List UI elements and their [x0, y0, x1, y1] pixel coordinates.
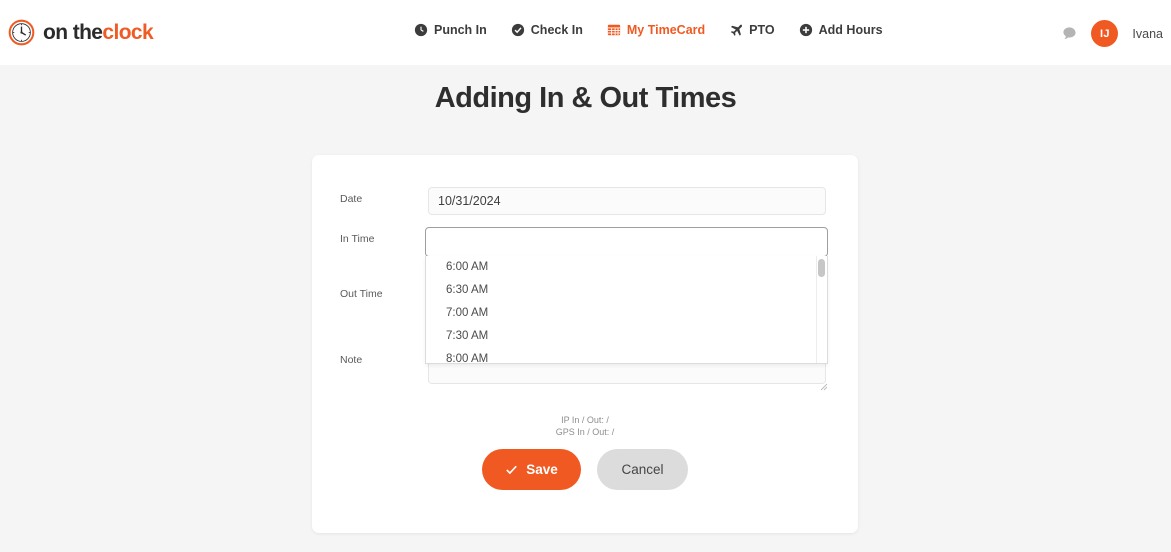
avatar[interactable]: IJ: [1091, 20, 1119, 47]
page-title: Adding In & Out Times: [434, 82, 737, 114]
add-times-card: Date In Time Out Time Note 6:00 AM 6:30 …: [312, 155, 858, 533]
account-area: IJ Ivana: [1062, 20, 1163, 47]
avatar-initials: IJ: [1100, 27, 1110, 40]
out-time-label: Out Time: [340, 288, 383, 300]
airplane-icon: [729, 23, 743, 37]
in-time-label: In Time: [340, 233, 375, 245]
table-grid-icon: [607, 23, 621, 37]
in-time-option-list: 6:00 AM 6:30 AM 7:00 AM 7:30 AM 8:00 AM: [426, 256, 827, 363]
nav-item-check-in[interactable]: Check In: [511, 23, 583, 37]
date-input[interactable]: [428, 187, 826, 215]
brand-logo[interactable]: on theclock: [8, 19, 154, 46]
time-option[interactable]: 7:30 AM: [426, 325, 827, 348]
main-navigation: Punch In Check In My TimeCard PTO Add Ho…: [414, 23, 883, 37]
top-header-bar: on theclock Punch In Check In My TimeCar…: [0, 0, 1171, 65]
check-circle-icon: [511, 23, 525, 37]
clock-icon: [8, 19, 35, 46]
nav-item-pto[interactable]: PTO: [729, 23, 775, 37]
in-time-input[interactable]: [425, 227, 828, 257]
time-option[interactable]: 7:00 AM: [426, 302, 827, 325]
nav-item-add-hours[interactable]: Add Hours: [799, 23, 883, 37]
nav-item-my-timecard[interactable]: My TimeCard: [607, 23, 705, 37]
save-button[interactable]: Save: [482, 449, 581, 490]
nav-label: My TimeCard: [626, 23, 706, 37]
chat-bubble-icon[interactable]: [1062, 26, 1077, 41]
in-time-dropdown[interactable]: 6:00 AM 6:30 AM 7:00 AM 7:30 AM 8:00 AM: [425, 256, 828, 364]
time-option[interactable]: 6:00 AM: [426, 256, 827, 279]
brand-text-dark: on the: [43, 20, 103, 44]
dropdown-scrollbar[interactable]: [816, 256, 827, 363]
cancel-button[interactable]: Cancel: [597, 449, 688, 490]
user-name[interactable]: Ivana: [1132, 27, 1163, 41]
nav-label: Check In: [530, 23, 583, 37]
textarea-resize-handle[interactable]: [820, 378, 828, 391]
brand-wordmark: on theclock: [43, 20, 154, 45]
nav-item-punch-in[interactable]: Punch In: [414, 23, 487, 37]
nav-label: Add Hours: [818, 23, 883, 37]
save-button-label: Save: [526, 462, 558, 477]
time-option[interactable]: 8:00 AM: [426, 348, 827, 363]
nav-label: Punch In: [434, 23, 487, 37]
check-icon: [505, 463, 518, 476]
nav-label: PTO: [749, 23, 775, 37]
gps-in-out-text: GPS In / Out: /: [555, 427, 615, 437]
ip-in-out-text: IP In / Out: /: [561, 415, 609, 425]
brand-text-accent: clock: [102, 20, 154, 44]
note-label: Note: [340, 354, 363, 366]
plus-circle-icon: [799, 23, 813, 37]
date-label: Date: [340, 193, 363, 205]
time-option[interactable]: 6:30 AM: [426, 279, 827, 302]
dropdown-scrollbar-thumb[interactable]: [818, 259, 825, 277]
clock-icon: [414, 23, 428, 37]
form-actions: Save Cancel: [312, 449, 858, 490]
